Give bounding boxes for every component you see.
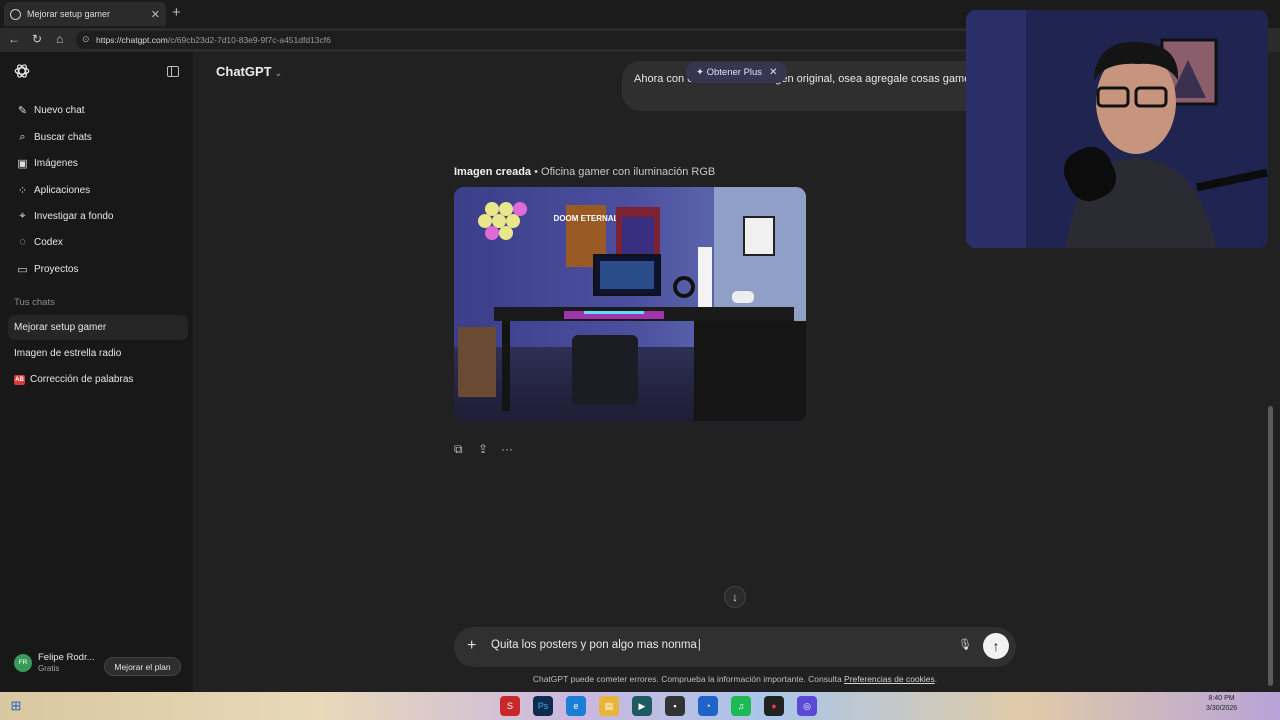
- sparkle-icon: ✦: [696, 67, 704, 78]
- arrow-down-icon: ↓: [732, 590, 738, 604]
- copy-icon[interactable]: ⧉: [454, 442, 463, 457]
- disclaimer-end: .: [934, 674, 938, 684]
- chat-item-correccion[interactable]: AB Corrección de palabras: [8, 367, 188, 392]
- back-icon[interactable]: ←: [8, 32, 20, 46]
- app-icon-red[interactable]: S: [500, 696, 520, 716]
- tab-title: Mejorar setup gamer: [27, 9, 111, 19]
- sidebar-item-label: Buscar chats: [34, 131, 92, 143]
- sidebar-item-codex[interactable]: ◌ Codex: [0, 230, 193, 254]
- sidebar-toggle-icon[interactable]: [167, 66, 179, 77]
- close-icon[interactable]: ✕: [769, 67, 777, 78]
- scroll-down-button[interactable]: ↓: [724, 586, 746, 608]
- get-plus-label: Obtener Plus: [706, 67, 763, 78]
- sidebar-item-label: Proyectos: [34, 263, 79, 275]
- user-name: Felipe Rodr...: [38, 652, 95, 663]
- gamer-room-illustration: DOOM ETERNAL: [454, 187, 806, 422]
- sidebar-item-label: Aplicaciones: [34, 184, 91, 196]
- windows-start-icon[interactable]: ⊞: [6, 696, 26, 716]
- image-caption: Imagen creada • Oficina gamer con ilumin…: [454, 166, 715, 178]
- send-button[interactable]: ↑: [983, 633, 1009, 659]
- code-icon: ◌: [19, 236, 26, 248]
- share-icon[interactable]: ⇪: [478, 442, 488, 456]
- chat-item-mejorar-setup[interactable]: Mejorar setup gamer: [8, 315, 188, 340]
- sidebar-item-buscar-chats[interactable]: ⌕ Buscar chats: [0, 125, 193, 149]
- url-path: /c/69cb23d2-7d10-83e9-9f7c-a451dfd13cf6: [167, 35, 331, 45]
- user-profile[interactable]: FR Felipe Rodr... Gratis: [14, 652, 95, 673]
- chatgpt-favicon-icon: [10, 8, 21, 20]
- openai-logo-icon[interactable]: [13, 62, 31, 80]
- url-field[interactable]: ⊙ https://chatgpt.com/c/69cb23d2-7d10-83…: [76, 31, 976, 49]
- disclaimer: ChatGPT puede cometer errores. Comprueba…: [0, 674, 1280, 684]
- chat-item-label: Mejorar setup gamer: [14, 322, 107, 333]
- chat-item-label: Imagen de estrella radio: [14, 348, 122, 359]
- sidebar-item-aplicaciones[interactable]: ⁘ Aplicaciones: [0, 178, 193, 202]
- prompt-input[interactable]: Quita los posters y pon algo mas nonma: [491, 639, 701, 651]
- home-icon[interactable]: ⌂: [56, 32, 63, 46]
- sidebar-item-label: Nuevo chat: [34, 104, 85, 116]
- sidebar-item-label: Codex: [34, 236, 63, 248]
- apps-icon: ⁘: [17, 184, 28, 197]
- reload-icon[interactable]: ↻: [32, 32, 42, 46]
- chat-item-estrella-radio[interactable]: Imagen de estrella radio: [8, 341, 188, 366]
- photoshop-icon[interactable]: Ps: [533, 696, 553, 716]
- search-icon: ⌕: [19, 130, 26, 143]
- sidebar-item-imagenes[interactable]: ▣ Imágenes: [0, 151, 193, 175]
- sidebar-item-investigar[interactable]: ⌖ Investigar a fondo: [0, 204, 193, 228]
- file-explorer-icon[interactable]: ▤: [599, 696, 619, 716]
- telescope-icon: ⌖: [19, 209, 26, 222]
- image-icon: ▣: [17, 157, 28, 170]
- microphone-icon[interactable]: 🎙: [958, 638, 972, 651]
- chats-heading: Tus chats: [14, 297, 55, 308]
- obs-icon[interactable]: ●: [764, 696, 784, 716]
- chat-item-label: Corrección de palabras: [30, 374, 134, 385]
- sidebar-item-nuevo-chat[interactable]: ✎ Nuevo chat: [0, 98, 193, 122]
- edit-icon: ✎: [17, 104, 28, 117]
- image-caption-subtitle: • Oficina gamer con iluminación RGB: [531, 166, 716, 178]
- app-icon-blue[interactable]: ◔: [698, 696, 718, 716]
- site-info-icon[interactable]: ⊙: [82, 34, 90, 45]
- browser-tab[interactable]: Mejorar setup gamer ✕: [4, 2, 166, 26]
- main-scrollbar[interactable]: [1268, 406, 1273, 686]
- spotify-icon[interactable]: ♫: [731, 696, 751, 716]
- new-tab-icon[interactable]: +: [172, 4, 181, 21]
- chevron-down-icon: ⌄: [274, 68, 283, 78]
- get-plus-button[interactable]: ✦ Obtener Plus ✕: [686, 62, 788, 83]
- sidebar-item-label: Imágenes: [34, 157, 78, 169]
- app-icon-dark[interactable]: ▪: [665, 696, 685, 716]
- avatar: FR: [14, 653, 32, 672]
- disclaimer-text: ChatGPT puede cometer errores. Comprueba…: [532, 674, 845, 684]
- app-icon-purple[interactable]: ◎: [797, 696, 817, 716]
- image-caption-title: Imagen creada: [454, 166, 532, 178]
- close-tab-icon[interactable]: ✕: [151, 8, 160, 21]
- model-label: ChatGPT: [216, 64, 272, 79]
- app-icon-teal[interactable]: ▶: [632, 696, 652, 716]
- taskbar-clock[interactable]: 8:40 PM 3/30/2026: [1206, 694, 1237, 714]
- poster-title: DOOM ETERNAL: [554, 214, 619, 223]
- model-selector[interactable]: ChatGPT ⌄: [216, 64, 282, 79]
- folder-icon: ▭: [17, 263, 28, 276]
- arrow-up-icon: ↑: [992, 638, 1000, 654]
- sidebar-item-proyectos[interactable]: ▭ Proyectos: [0, 257, 193, 281]
- ab-badge-icon: AB: [14, 374, 25, 385]
- webcam-person: [966, 10, 1268, 248]
- clock-date: 3/30/2026: [1206, 705, 1238, 712]
- url-domain: https://chatgpt.com: [96, 35, 168, 45]
- clock-time: 8:40 PM: [1208, 695, 1235, 702]
- cookie-preferences-link[interactable]: Preferencias de cookies: [844, 674, 935, 684]
- more-options-icon[interactable]: ···: [501, 442, 513, 456]
- sidebar-item-label: Investigar a fondo: [34, 210, 114, 222]
- edge-icon[interactable]: e: [566, 696, 586, 716]
- user-message-bubble: Ahora con e mantener la imagen original,…: [622, 61, 1022, 111]
- user-plan: Gratis: [38, 664, 60, 673]
- generated-image[interactable]: DOOM ETERNAL: [454, 187, 806, 422]
- attach-plus-icon[interactable]: +: [467, 637, 476, 655]
- webcam-overlay: [966, 10, 1268, 248]
